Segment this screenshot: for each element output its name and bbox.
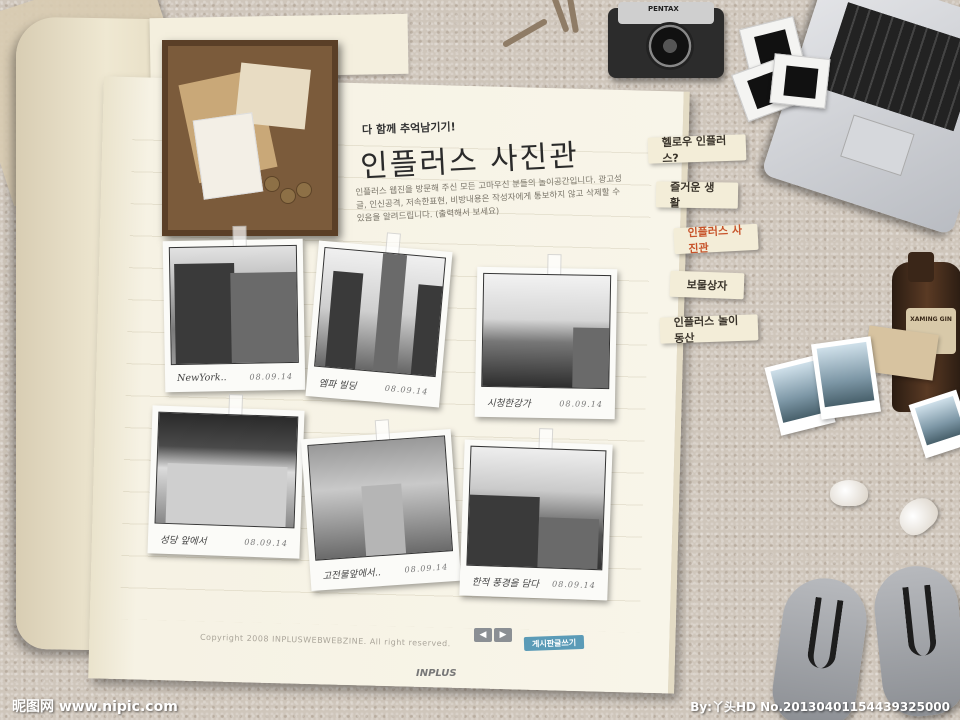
photo-caption: 엠파 빌딩 — [318, 377, 357, 393]
photo-date: 08.09.14 — [404, 561, 449, 574]
photo-caption: 한적 풍경을 담다 — [471, 576, 540, 591]
camera-label: PENTAX — [648, 5, 679, 13]
shell-prop — [892, 490, 944, 542]
keys-prop — [500, 0, 590, 50]
photo-caption: 성당 앞에서 — [159, 534, 207, 548]
photo-caption: 시청한강가 — [486, 397, 531, 410]
flipflop-right — [870, 562, 960, 720]
photo-date: 08.09.14 — [249, 371, 294, 382]
photo-card[interactable]: 한적 풍경을 담다 08.09.14 — [459, 428, 613, 601]
brand-logo: INPLUS — [416, 668, 457, 679]
shell-prop — [830, 480, 868, 506]
memory-box — [162, 40, 338, 236]
photo-caption: NewYork.. — [176, 372, 227, 385]
small-photo — [811, 336, 881, 420]
photo-date: 08.09.14 — [384, 383, 429, 397]
photo-card[interactable]: 고전물앞에서.. 08.09.14 — [300, 419, 462, 592]
nav-hello-inplus[interactable]: 헬로우 인플러스? — [647, 134, 747, 165]
photo-image — [307, 435, 454, 561]
photo-date: 08.09.14 — [244, 537, 289, 548]
photo-caption: 고전물앞에서.. — [322, 567, 382, 583]
prev-button[interactable]: ◀ — [474, 628, 492, 642]
watermark-right: By:丫头HD No.20130401154439325000 — [690, 700, 950, 714]
photo-image — [168, 244, 299, 366]
photo-card[interactable]: 성당 앞에서 08.09.14 — [147, 394, 305, 559]
watermark-left: 昵图网 www.nipic.com — [12, 699, 178, 715]
camera-prop: PENTAX — [608, 2, 724, 78]
photo-card[interactable]: 엠파 빌딩 08.09.14 — [305, 232, 453, 408]
next-button[interactable]: ▶ — [494, 628, 512, 642]
photo-card[interactable]: NewYork.. 08.09.14 — [162, 225, 306, 393]
photo-image — [481, 272, 612, 390]
film-slide — [769, 53, 831, 109]
photo-image — [466, 445, 607, 571]
page-subtitle: 다 함께 추억남기기! — [361, 120, 456, 137]
photo-date: 08.09.14 — [559, 398, 604, 409]
nav-fun-life[interactable]: 즐거운 생활 — [655, 181, 739, 210]
nav-treasure-box[interactable]: 보물상자 — [669, 270, 745, 300]
photo-image — [314, 246, 447, 378]
write-post-button[interactable]: 게시판글쓰기 — [523, 634, 585, 652]
nav-photo-studio[interactable]: 인플러스 사진관 — [673, 224, 759, 255]
photo-card[interactable]: 시청한강가 08.09.14 — [474, 254, 618, 420]
photo-date: 08.09.14 — [552, 579, 596, 590]
nav-amusement-park[interactable]: 인플러스 놀이동산 — [659, 314, 759, 345]
photo-image — [154, 411, 299, 529]
